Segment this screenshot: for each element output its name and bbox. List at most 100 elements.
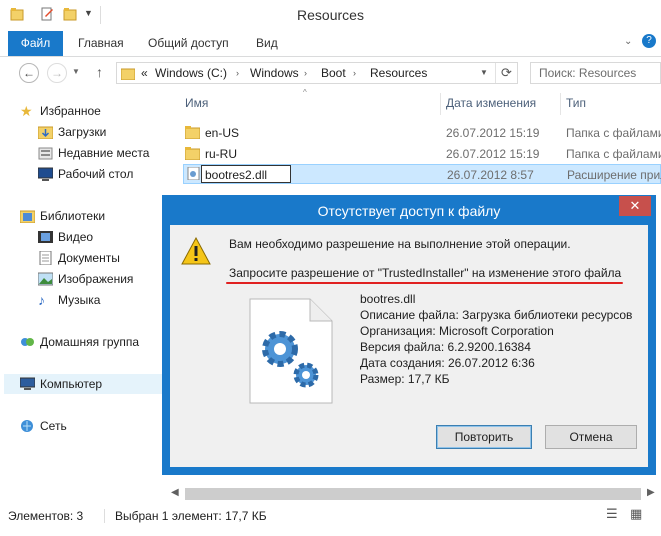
dialog-body: Вам необходимо разрешение на выполнение … xyxy=(170,225,648,467)
images-icon xyxy=(38,272,53,286)
window-title: Resources xyxy=(297,7,364,23)
scroll-left-icon[interactable]: ◀ xyxy=(171,487,179,498)
nav-label: Рабочий стол xyxy=(58,167,134,181)
nav-label: Домашняя группа xyxy=(40,335,140,349)
scroll-thumb[interactable] xyxy=(185,488,641,500)
recent-locations-icon[interactable]: ▼ xyxy=(72,67,80,76)
nav-label: Изображения xyxy=(58,272,134,286)
rename-value: bootres2.dll xyxy=(205,168,268,182)
dll-settings-file-icon xyxy=(249,298,333,404)
breadcrumb-separator-icon[interactable]: › xyxy=(304,68,307,78)
highlight-underline xyxy=(226,282,623,284)
file-type: Папка с файлами xyxy=(566,126,661,140)
file-info-size: Размер: 17,7 КБ xyxy=(360,372,450,386)
dialog-close-button[interactable]: ✕ xyxy=(619,196,651,216)
expand-ribbon-icon[interactable]: ⌄ xyxy=(624,36,632,47)
tab-share[interactable]: Общий доступ xyxy=(148,31,229,56)
file-type: Расширение прил xyxy=(567,168,661,182)
file-info-organization: Организация: Microsoft Corporation xyxy=(360,324,554,338)
cancel-button[interactable]: Отмена xyxy=(545,425,637,449)
file-row-selected[interactable]: bootres2.dll 26.07.2012 8:57 Расширение … xyxy=(183,164,661,184)
nav-label: Видео xyxy=(58,230,94,244)
nav-label: Компьютер xyxy=(40,377,103,391)
large-icons-view-icon[interactable]: ▦ xyxy=(630,506,642,522)
breadcrumb-separator-icon[interactable]: › xyxy=(236,68,239,78)
access-denied-dialog: Отсутствует доступ к файлу ✕ Вам необход… xyxy=(162,195,656,475)
nav-label: Избранное xyxy=(40,104,101,118)
file-name: ru-RU xyxy=(205,147,237,161)
status-item-count: Элементов: 3 xyxy=(8,509,84,523)
file-row[interactable]: en-US 26.07.2012 15:19 Папка с файлами xyxy=(183,123,661,143)
column-header-date[interactable]: Дата изменения xyxy=(446,96,536,110)
tab-view[interactable]: Вид xyxy=(256,31,278,56)
nav-label: Музыка xyxy=(58,293,101,307)
address-box[interactable]: « Windows (C:) › Windows › Boot › Resour… xyxy=(116,62,518,84)
status-selection: Выбран 1 элемент: 17,7 КБ xyxy=(115,509,267,523)
divider xyxy=(440,93,441,115)
column-header-type[interactable]: Тип xyxy=(566,96,586,110)
libraries-icon xyxy=(20,210,35,223)
file-date: 26.07.2012 15:19 xyxy=(446,147,540,161)
refresh-icon[interactable]: ⟳ xyxy=(501,65,512,81)
breadcrumb-separator-icon[interactable]: › xyxy=(353,68,356,78)
file-info-created: Дата создания: 26.07.2012 6:36 xyxy=(360,356,535,370)
retry-button[interactable]: Повторить xyxy=(436,425,532,449)
nav-label: Сеть xyxy=(40,419,67,433)
nav-label: Недавние места xyxy=(58,146,150,160)
homegroup-icon xyxy=(21,338,34,346)
dialog-title: Отсутствует доступ к файлу xyxy=(317,203,501,219)
scroll-right-icon[interactable]: ▶ xyxy=(647,487,655,498)
tab-file[interactable]: Файл xyxy=(8,31,63,56)
sort-arrow-icon: ^ xyxy=(303,88,307,97)
network-icon xyxy=(21,420,33,432)
search-input[interactable]: Поиск: Resources xyxy=(530,62,661,84)
desktop-icon xyxy=(38,167,53,181)
folder-icon xyxy=(121,68,135,80)
file-info-description: Описание файла: Загрузка библиотеки ресу… xyxy=(360,308,633,322)
recent-places-icon xyxy=(38,147,53,160)
music-icon: ♪ xyxy=(38,292,45,308)
dialog-message: Вам необходимо разрешение на выполнение … xyxy=(229,237,571,251)
ribbon-tabs: Файл Главная Общий доступ Вид ⌄ ? xyxy=(0,31,661,57)
documents-icon xyxy=(39,251,52,265)
rename-input[interactable]: bootres2.dll xyxy=(201,165,291,183)
horizontal-scrollbar[interactable]: ◀ ▶ xyxy=(165,485,661,503)
file-date: 26.07.2012 8:57 xyxy=(447,168,534,182)
nav-computer[interactable]: Компьютер xyxy=(4,374,165,394)
folder-icon xyxy=(185,147,200,160)
title-bar: ▼ Resources xyxy=(0,0,661,31)
address-bar-row: ← → ▼ ↑ « Windows (C:) › Windows › Boot … xyxy=(0,57,661,91)
file-row[interactable]: ru-RU 26.07.2012 15:19 Папка с файлами xyxy=(183,144,661,164)
column-header-name[interactable]: Имя xyxy=(185,96,208,110)
video-icon xyxy=(38,231,53,243)
breadcrumb-boot[interactable]: Boot xyxy=(321,66,346,80)
divider xyxy=(560,93,561,115)
forward-button[interactable]: → xyxy=(47,63,67,83)
nav-label: Документы xyxy=(58,251,120,265)
dialog-request-text: Запросите разрешение от "TrustedInstalle… xyxy=(229,266,622,280)
tab-home[interactable]: Главная xyxy=(78,31,124,56)
breadcrumb-resources[interactable]: Resources xyxy=(370,66,427,80)
divider xyxy=(495,63,496,83)
help-icon[interactable]: ? xyxy=(642,34,656,48)
folder-icon xyxy=(185,126,200,139)
nav-label: Загрузки xyxy=(58,125,107,139)
up-button[interactable]: ↑ xyxy=(96,64,103,80)
details-view-icon[interactable]: ☰ xyxy=(606,506,618,522)
file-date: 26.07.2012 15:19 xyxy=(446,126,540,140)
star-icon: ★ xyxy=(20,103,33,119)
divider xyxy=(104,509,105,523)
file-name: en-US xyxy=(205,126,240,140)
warning-icon xyxy=(181,237,211,265)
breadcrumb-overflow[interactable]: « xyxy=(141,66,148,80)
breadcrumb-windows[interactable]: Windows xyxy=(250,66,299,80)
status-bar: Элементов: 3 Выбран 1 элемент: 17,7 КБ ☰… xyxy=(0,504,661,536)
address-dropdown-icon[interactable]: ▼ xyxy=(480,68,488,77)
nav-label: Библиотеки xyxy=(40,209,106,223)
dll-file-icon xyxy=(187,167,200,180)
back-button[interactable]: ← xyxy=(19,63,39,83)
file-info-name: bootres.dll xyxy=(360,292,416,306)
file-info-version: Версия файла: 6.2.9200.16384 xyxy=(360,340,531,354)
navigation-pane: ★ Избранное Загрузки Недавние места Рабо… xyxy=(0,91,165,501)
breadcrumb-drive[interactable]: Windows (C:) xyxy=(155,66,227,80)
